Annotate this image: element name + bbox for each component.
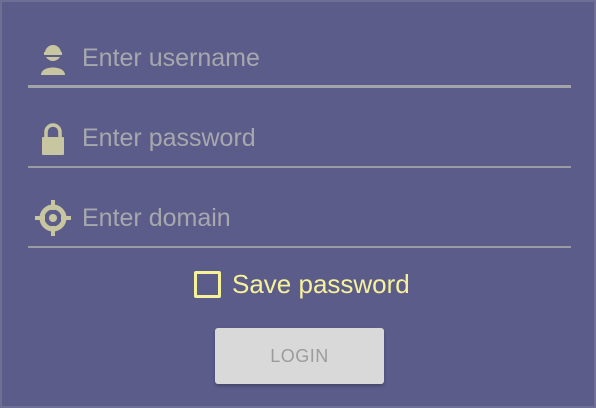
username-input[interactable] (82, 38, 552, 78)
login-button[interactable]: LOGIN (215, 328, 384, 384)
save-password-label: Save password (232, 268, 410, 299)
user-icon (36, 42, 70, 76)
save-password-checkbox[interactable]: Save password (194, 269, 410, 299)
password-field (28, 88, 571, 168)
domain-underline (28, 246, 571, 248)
domain-field (28, 168, 571, 248)
username-field (28, 8, 571, 88)
password-input[interactable] (82, 118, 552, 158)
crosshair-icon (35, 200, 71, 236)
lock-icon (36, 122, 70, 156)
domain-input[interactable] (82, 198, 552, 238)
checkbox-box[interactable] (194, 270, 221, 298)
login-panel: Save password LOGIN (0, 0, 596, 408)
